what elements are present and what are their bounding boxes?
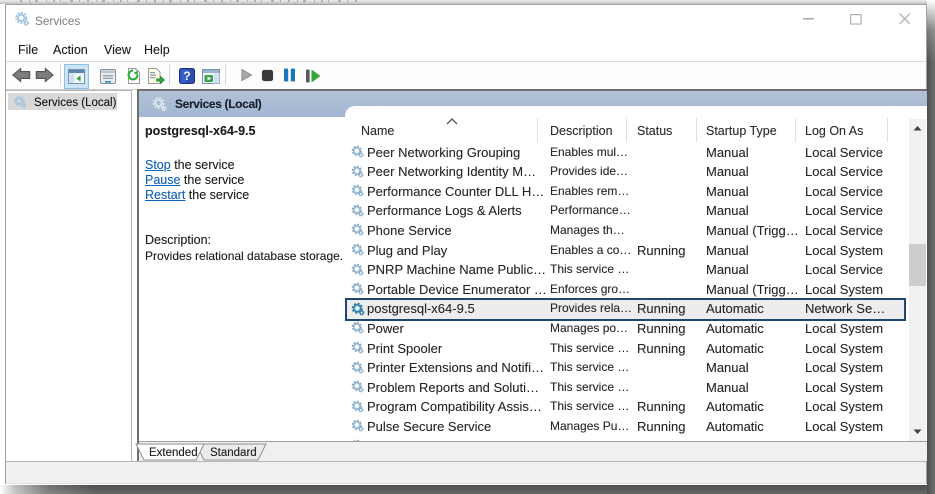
svg-text:Extended: Extended <box>149 447 198 459</box>
svg-text:Standard: Standard <box>210 447 257 459</box>
svg-text:?: ? <box>183 69 190 83</box>
